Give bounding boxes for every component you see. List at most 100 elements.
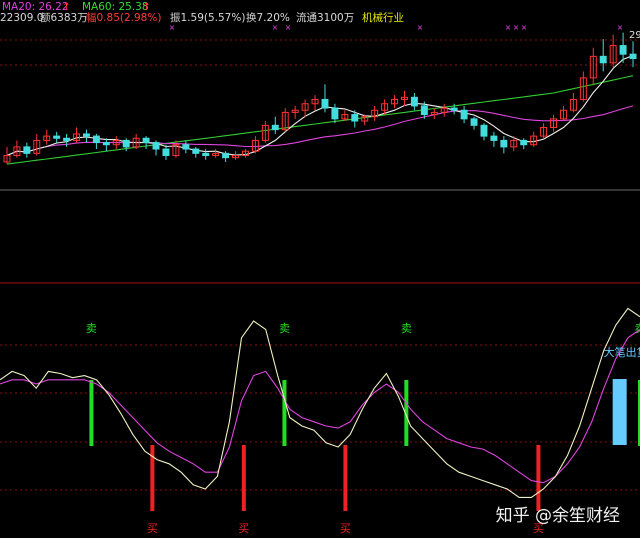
candle: [480, 123, 488, 141]
float-readout: 流通3100万: [296, 12, 355, 24]
amplitude-readout: 振1.59(5.57%): [170, 12, 246, 24]
osc-fast-line: [0, 307, 640, 498]
candle: [82, 129, 90, 143]
ma60-line: [6, 75, 634, 165]
candle-body: [271, 124, 279, 131]
sell-signal-bar: [89, 380, 94, 446]
candle: [172, 140, 180, 158]
candle-body: [351, 114, 359, 122]
top-marker-3: ×: [417, 23, 424, 32]
candle: [271, 116, 279, 134]
candle: [550, 114, 558, 132]
osc-slow-line: [0, 328, 640, 484]
candle-body: [192, 148, 200, 154]
candle: [182, 140, 190, 154]
candle: [142, 136, 150, 150]
candle: [212, 149, 220, 158]
candle: [232, 151, 240, 160]
top-marker-4: ×: [505, 23, 512, 32]
candle: [53, 131, 61, 143]
candle: [430, 108, 438, 119]
sell-signal-bar: [282, 380, 287, 446]
sell-label: 卖: [86, 322, 97, 335]
candle: [490, 131, 498, 147]
candle: [460, 105, 468, 124]
candle: [241, 149, 249, 158]
candle: [520, 138, 528, 150]
candle-body: [480, 124, 488, 137]
buy-label: 买: [340, 522, 351, 535]
candle: [569, 92, 577, 113]
candle-body: [470, 118, 478, 126]
candle-body: [490, 135, 498, 141]
candle-body: [92, 135, 100, 144]
candle: [440, 103, 448, 117]
watermark: 知乎 @余笙财经: [495, 506, 620, 526]
candle: [23, 142, 31, 158]
top-marker-6: ×: [521, 23, 528, 32]
candle: [13, 140, 21, 158]
candle-body: [142, 137, 150, 144]
price-edge-label: 29: [629, 30, 640, 41]
candle-body: [500, 139, 508, 148]
indicator-header: MA20: 26.22 ↑ MA60: 25.38 ↑ 22309.0 额638…: [0, 0, 640, 24]
candle: [162, 144, 170, 160]
buy-signal-bar: [241, 445, 246, 511]
stock-chart: ×××××××× 卖卖卖卖买买买买大笔出货: [0, 23, 640, 535]
big-out-bar: [612, 379, 627, 445]
candle: [331, 103, 339, 124]
candle: [410, 92, 418, 111]
candle: [43, 129, 51, 145]
candle-body: [599, 55, 607, 64]
candle: [132, 133, 140, 150]
buy-signal-bar: [343, 445, 348, 511]
candle-body: [420, 105, 428, 116]
candle: [311, 95, 319, 111]
candle: [400, 90, 408, 106]
candle: [589, 47, 597, 85]
top-marker-5: ×: [513, 23, 520, 32]
candle: [559, 105, 567, 122]
candle: [470, 116, 478, 130]
candle: [599, 39, 607, 72]
candle: [261, 121, 269, 143]
volume-readout: 22309.0: [0, 12, 44, 24]
candle: [92, 133, 100, 150]
candle: [192, 146, 200, 158]
ma20-line: [6, 105, 634, 157]
candle-body: [122, 139, 130, 148]
candle: [3, 146, 11, 165]
price-panel: × × × × × × × ×: [0, 23, 640, 284]
candle-body: [520, 139, 528, 146]
buy-label: 买: [238, 522, 249, 535]
industry-readout: 机械行业: [362, 12, 404, 24]
candle: [540, 123, 548, 139]
candle: [202, 149, 210, 160]
big-out-label: 大笔出货: [604, 345, 640, 359]
candle-body: [102, 142, 110, 146]
top-marker-0: ×: [169, 23, 176, 32]
sell-label: 卖: [279, 322, 290, 335]
candle-body: [152, 142, 160, 150]
sell-label: 卖: [401, 322, 412, 335]
candle: [321, 84, 329, 113]
turnover-readout: 换7.20%: [246, 12, 290, 24]
candle-body: [450, 107, 458, 111]
candle-body: [321, 98, 329, 109]
candle-body: [331, 107, 339, 120]
buy-label: 买: [147, 522, 158, 535]
candle: [73, 127, 81, 143]
candle: [301, 99, 309, 117]
change-readout: 幅0.85(2.98%): [86, 12, 162, 24]
candle-body: [53, 135, 61, 139]
candle-body: [23, 146, 31, 154]
candle: [291, 105, 299, 119]
candle-body: [162, 148, 170, 157]
candle: [102, 138, 110, 152]
candle: [251, 136, 259, 154]
candle: [500, 136, 508, 154]
candle-body: [222, 152, 230, 159]
top-marker-1: ×: [272, 23, 279, 32]
top-marker-7: ×: [617, 23, 624, 32]
candle-body: [619, 45, 627, 55]
